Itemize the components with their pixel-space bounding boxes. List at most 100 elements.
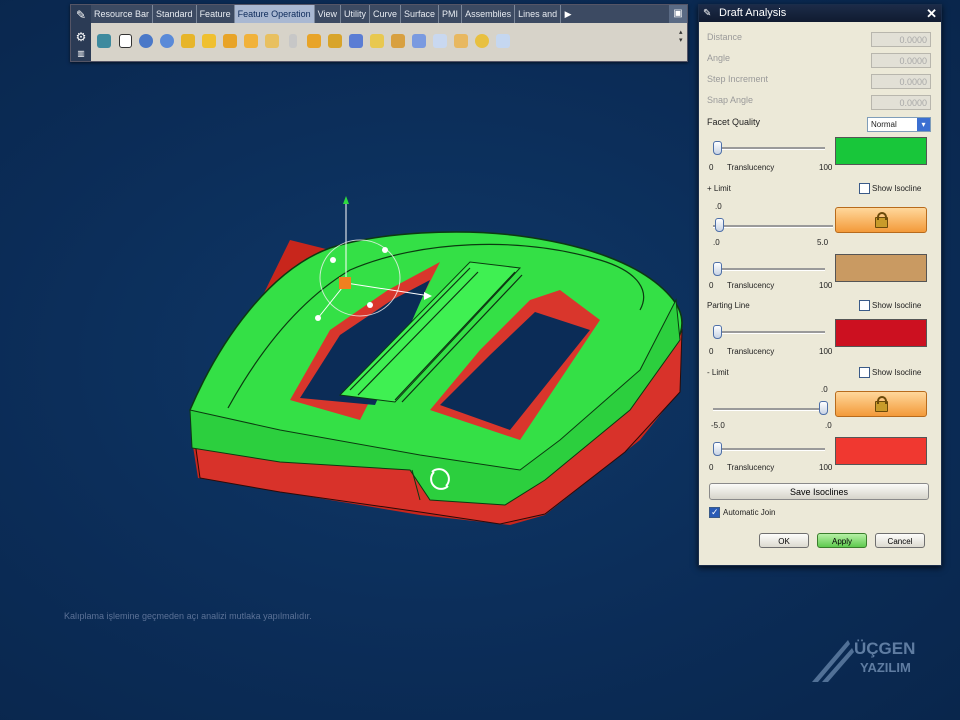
translucency-slider-1[interactable] (713, 147, 825, 150)
plus-limit-slider[interactable] (713, 225, 833, 228)
save-isoclines-button[interactable]: Save Isoclines (709, 483, 929, 500)
translucency-thumb-2[interactable] (713, 262, 722, 276)
logo-line1: ÜÇGEN (854, 639, 915, 658)
chamfer-icon[interactable] (200, 31, 218, 51)
angle-field: 0.0000 (871, 53, 931, 68)
apply-button[interactable]: Apply (817, 533, 867, 548)
minus-limit-top: .0 (821, 385, 828, 394)
chevron-down-icon[interactable]: ▾ (917, 118, 930, 131)
translucency-thumb-4[interactable] (713, 442, 722, 456)
translucency-slider-2[interactable] (713, 268, 825, 271)
box-icon[interactable] (116, 31, 134, 51)
lock-icon (874, 395, 888, 412)
plus-limit-label: + Limit (707, 184, 731, 193)
snap-angle-label: Snap Angle (707, 95, 754, 105)
company-logo: ÜÇGEN YAZILIM (812, 630, 932, 684)
shell-icon[interactable] (221, 31, 239, 51)
plus-limit-thumb[interactable] (715, 218, 724, 232)
tab-surface[interactable]: Surface (401, 5, 440, 23)
toolbar-side-strip: ✎ ⚙ ▥ (71, 5, 91, 61)
distance-field: 0.0000 (871, 32, 931, 47)
tab-feature[interactable]: Feature (197, 5, 235, 23)
color-swatch-green[interactable] (835, 137, 927, 165)
tab-standard[interactable]: Standard (153, 5, 197, 23)
tab-assemblies[interactable]: Assemblies (462, 5, 516, 23)
plus-limit-top: .0 (715, 202, 722, 211)
ok-button[interactable]: OK (759, 533, 809, 548)
slider-min-4: 0 (709, 463, 714, 472)
subtract-icon[interactable] (473, 31, 491, 51)
toolbar-options-icon[interactable]: ▣ (669, 5, 687, 23)
split-icon[interactable] (410, 31, 428, 51)
pattern-icon[interactable] (284, 31, 302, 51)
show-isocline-checkbox-3[interactable] (859, 367, 870, 378)
extrude-icon[interactable] (137, 31, 155, 51)
plus-limit-max: 5.0 (817, 238, 829, 247)
facet-quality-select[interactable]: Normal ▾ (867, 117, 931, 132)
translucency-label-2: Translucency (727, 281, 775, 290)
show-isocline-label-3: Show Isocline (872, 368, 922, 377)
logo-line2: YAZILIM (860, 660, 911, 675)
toolbar-scroll[interactable]: ▴ ▾ (679, 29, 685, 53)
translucency-slider-4[interactable] (713, 448, 825, 451)
distance-label: Distance (707, 32, 743, 42)
slider-max-1: 100 (819, 163, 833, 172)
tab-view[interactable]: View (315, 5, 341, 23)
tab-curve[interactable]: Curve (370, 5, 402, 23)
translucency-label-1: Translucency (727, 163, 775, 172)
toolbar-icons (91, 25, 677, 57)
plus-limit-lock-button[interactable] (835, 207, 927, 233)
grid-icon[interactable]: ▥ (74, 47, 88, 61)
tab-feature-operation[interactable]: Feature Operation (234, 5, 315, 23)
hint-text: Kalıplama işlemine geçmeden açı analizi … (64, 611, 312, 621)
blend-icon[interactable] (179, 31, 197, 51)
slider-min-2: 0 (709, 281, 714, 290)
close-icon[interactable]: ✕ (926, 5, 937, 22)
minus-limit-slider[interactable] (713, 408, 827, 411)
revolve-icon[interactable] (158, 31, 176, 51)
tab-resource-bar[interactable]: Resource Bar (91, 5, 154, 23)
minus-limit-min: -5.0 (711, 421, 725, 430)
show-isocline-label-1: Show Isocline (872, 184, 922, 193)
parting-line-label: Parting Line (707, 301, 750, 310)
show-isocline-checkbox-1[interactable] (859, 183, 870, 194)
step-increment-label: Step Increment (707, 74, 769, 84)
tab-lines[interactable]: Lines and (515, 5, 562, 23)
translucency-thumb-1[interactable] (713, 141, 722, 155)
tab-pmi[interactable]: PMI (439, 5, 463, 23)
dialog-titlebar[interactable]: ✎ Draft Analysis ✕ (699, 5, 941, 22)
minus-limit-lock-button[interactable] (835, 391, 927, 417)
slider-min-3: 0 (709, 347, 714, 356)
unite-icon[interactable] (452, 31, 470, 51)
color-swatch-red[interactable] (835, 437, 927, 465)
intersect-icon[interactable] (494, 31, 512, 51)
color-swatch-crimson[interactable] (835, 319, 927, 347)
offset-icon[interactable] (368, 31, 386, 51)
trim-icon[interactable] (326, 31, 344, 51)
thicken-icon[interactable] (431, 31, 449, 51)
scale-icon[interactable] (389, 31, 407, 51)
snap-angle-field: 0.0000 (871, 95, 931, 110)
hole-icon[interactable] (263, 31, 281, 51)
open-icon[interactable] (95, 31, 113, 51)
draft-icon[interactable] (242, 31, 260, 51)
app-icon[interactable]: ✎ (74, 8, 88, 22)
translucency-label-4: Translucency (727, 463, 775, 472)
mirror-icon[interactable] (305, 31, 323, 51)
minus-limit-thumb[interactable] (819, 401, 828, 415)
translucency-slider-3[interactable] (713, 331, 825, 334)
lock-icon (874, 211, 888, 228)
color-swatch-tan[interactable] (835, 254, 927, 282)
sew-icon[interactable] (347, 31, 365, 51)
settings-icon[interactable]: ⚙ (74, 30, 88, 44)
cancel-button[interactable]: Cancel (875, 533, 925, 548)
minus-limit-label: - Limit (707, 368, 729, 377)
dialog-title-icon: ✎ (703, 8, 712, 19)
translucency-thumb-3[interactable] (713, 325, 722, 339)
right-arrow-icon[interactable]: ▶ (561, 5, 575, 23)
tab-utility[interactable]: Utility (341, 5, 370, 23)
step-increment-field: 0.0000 (871, 74, 931, 89)
show-isocline-checkbox-2[interactable] (859, 300, 870, 311)
automatic-join-checkbox[interactable] (709, 507, 720, 518)
main-toolbar: ✎ ⚙ ▥ Resource Bar Standard Feature Feat… (70, 4, 688, 62)
